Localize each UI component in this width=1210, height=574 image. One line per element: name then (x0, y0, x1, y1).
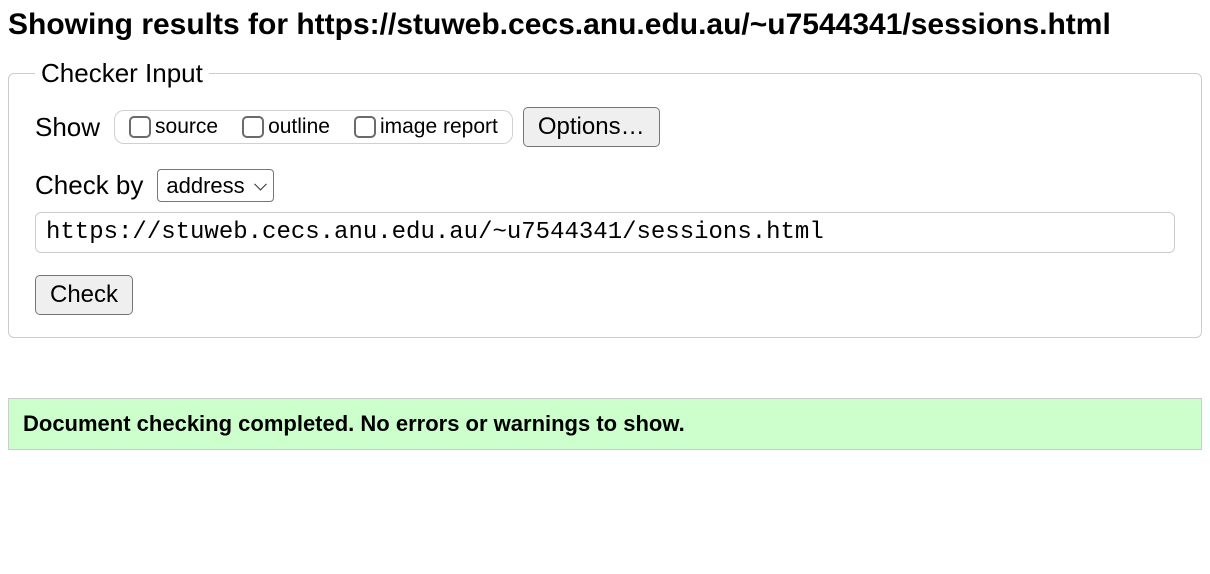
url-input[interactable] (35, 212, 1175, 253)
source-checkbox[interactable] (129, 116, 151, 138)
image-report-checkbox[interactable] (354, 116, 376, 138)
check-button[interactable]: Check (35, 275, 133, 315)
check-by-label: Check by (35, 170, 143, 201)
show-options-group: source outline image report (114, 110, 513, 144)
check-by-select-wrap: address (157, 169, 274, 202)
show-row: Show source outline image report Options… (35, 107, 1175, 147)
result-success-box: Document checking completed. No errors o… (8, 398, 1202, 450)
url-row (35, 212, 1175, 253)
check-by-select[interactable]: address (157, 169, 274, 202)
outline-checkbox[interactable] (242, 116, 264, 138)
source-checkbox-wrap: source (129, 115, 218, 139)
check-button-row: Check (35, 275, 1175, 315)
outline-checkbox-label[interactable]: outline (268, 115, 330, 139)
checker-input-fieldset: Checker Input Show source outline image … (8, 58, 1202, 338)
show-label: Show (35, 112, 100, 143)
check-by-row: Check by address (35, 169, 1175, 202)
result-message: Document checking completed. No errors o… (23, 411, 1187, 437)
options-button[interactable]: Options… (523, 107, 660, 147)
checker-input-legend: Checker Input (35, 58, 209, 89)
source-checkbox-label[interactable]: source (155, 115, 218, 139)
image-report-checkbox-label[interactable]: image report (380, 115, 498, 139)
image-report-checkbox-wrap: image report (354, 115, 498, 139)
page-heading: Showing results for https://stuweb.cecs.… (8, 8, 1202, 42)
outline-checkbox-wrap: outline (242, 115, 330, 139)
